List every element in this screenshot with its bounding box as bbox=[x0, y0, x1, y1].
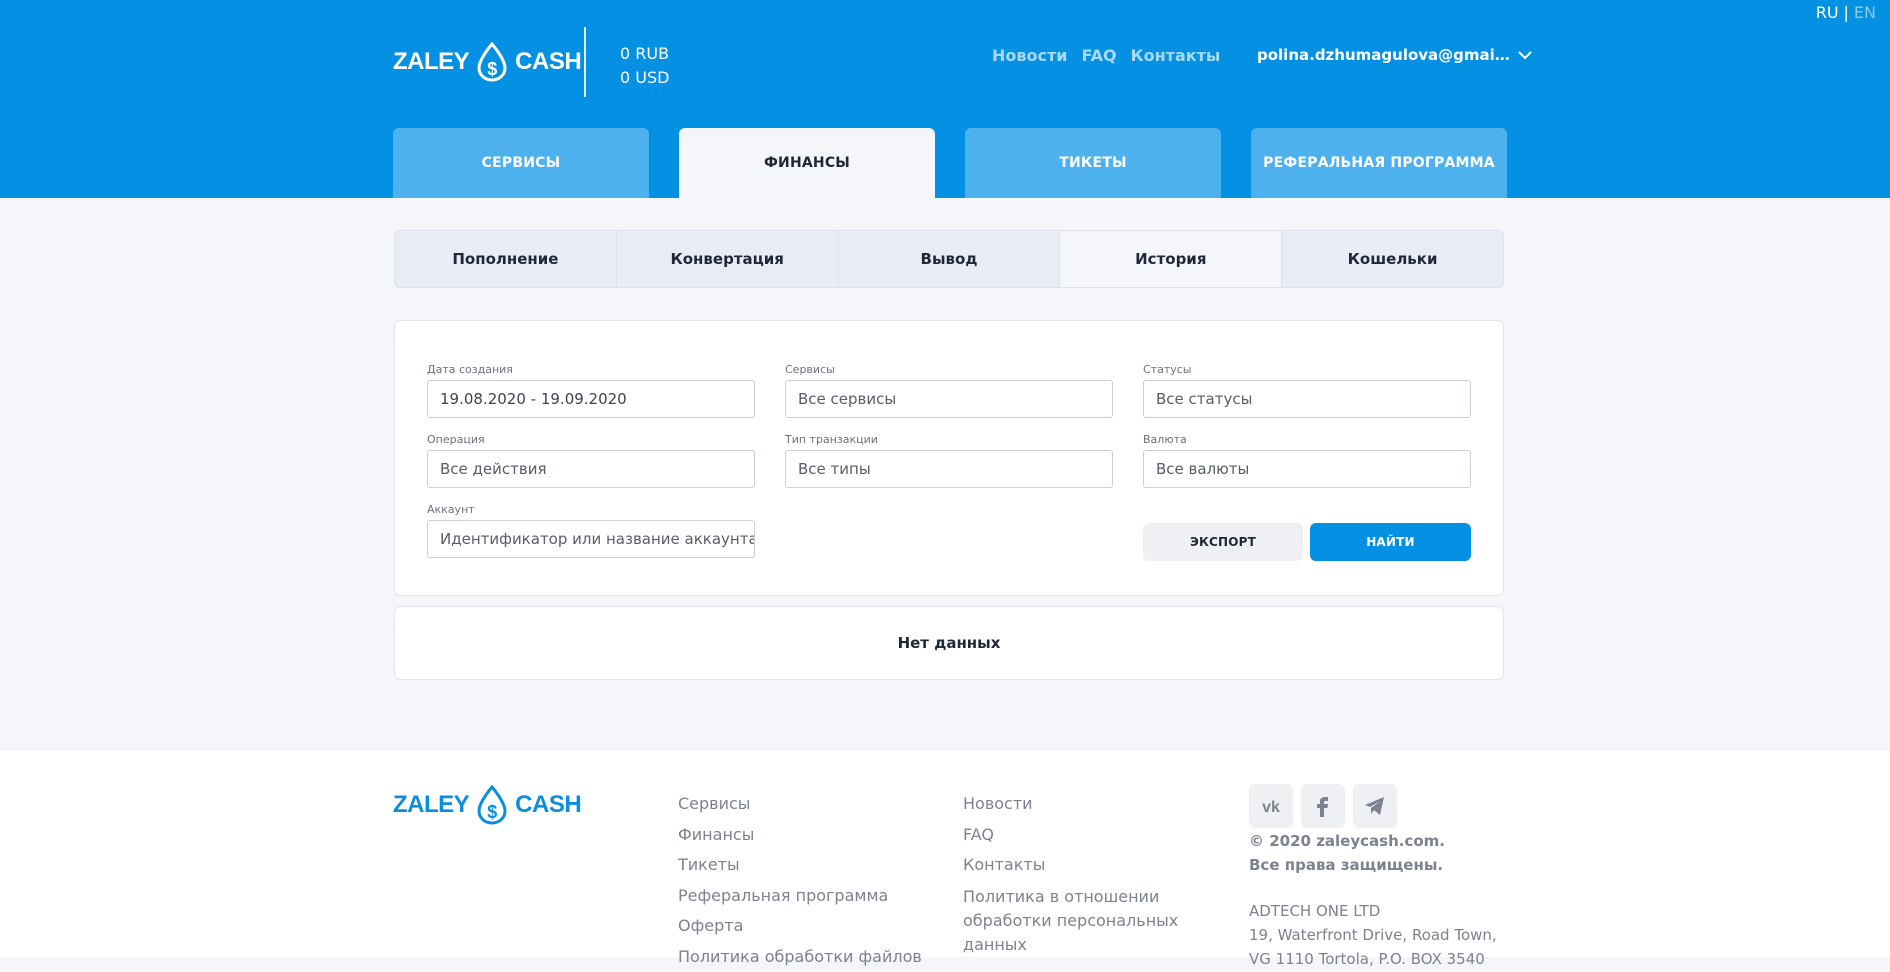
dollar-drop-icon: $ bbox=[475, 42, 509, 82]
lang-ru[interactable]: RU bbox=[1816, 3, 1839, 22]
social-links: vk bbox=[1249, 784, 1397, 828]
header: RU | EN ZALEY $ CASH 0 RUB 0 USD Новости… bbox=[0, 0, 1890, 198]
footer-link-referral[interactable]: Реферальная программа bbox=[678, 881, 922, 912]
account-input[interactable]: Идентификатор или название аккаунта bbox=[427, 520, 755, 558]
balance-usd: 0 USD bbox=[620, 66, 669, 90]
tab-finance[interactable]: ФИНАНСЫ bbox=[679, 128, 935, 198]
telegram-button[interactable] bbox=[1353, 784, 1397, 828]
currency-filter: Валюта Все валюты bbox=[1143, 433, 1471, 488]
logo-text-left: ZALEY bbox=[393, 48, 469, 76]
telegram-icon bbox=[1362, 793, 1388, 819]
address-line-1: 19, Waterfront Drive, Road Town, bbox=[1249, 923, 1497, 947]
date-label: Дата создания bbox=[427, 363, 755, 376]
filters-card: Дата создания 19.08.2020 - 19.09.2020 Се… bbox=[394, 320, 1504, 596]
copyright: © 2020 zaleycash.com. Все права защищены… bbox=[1249, 829, 1445, 877]
footer-link-news[interactable]: Новости bbox=[963, 789, 1183, 820]
top-nav: Новости FAQ Контакты bbox=[992, 46, 1220, 65]
balance-rub: 0 RUB bbox=[620, 42, 669, 66]
tx-type-select[interactable]: Все типы bbox=[785, 450, 1113, 488]
nav-faq[interactable]: FAQ bbox=[1081, 46, 1116, 65]
services-select[interactable]: Все сервисы bbox=[785, 380, 1113, 418]
finance-subtabs: Пополнение Конвертация Вывод История Кош… bbox=[394, 230, 1504, 288]
operation-label: Операция bbox=[427, 433, 755, 446]
user-email: polina.dzhumagulova@gmai… bbox=[1257, 46, 1510, 64]
subtab-wallets[interactable]: Кошельки bbox=[1282, 231, 1503, 287]
operation-filter: Операция Все действия bbox=[427, 433, 755, 488]
footer-logo-text-right: CASH bbox=[515, 791, 581, 819]
footer-link-tickets[interactable]: Тикеты bbox=[678, 850, 922, 881]
footer: ZALEY $ CASH Сервисы Финансы Тикеты Рефе… bbox=[0, 751, 1890, 957]
footer-col-2: Новости FAQ Контакты Политика в отношени… bbox=[963, 789, 1183, 957]
subtab-history[interactable]: История bbox=[1060, 231, 1282, 287]
footer-logo[interactable]: ZALEY $ CASH bbox=[393, 785, 581, 825]
svg-text:vk: vk bbox=[1262, 799, 1280, 816]
chevron-down-icon bbox=[1518, 50, 1532, 60]
logo-text-right: CASH bbox=[515, 48, 581, 76]
currency-select[interactable]: Все валюты bbox=[1143, 450, 1471, 488]
account-filter: Аккаунт Идентификатор или название аккау… bbox=[427, 503, 755, 558]
statuses-select[interactable]: Все статусы bbox=[1143, 380, 1471, 418]
tx-type-filter: Тип транзакции Все типы bbox=[785, 433, 1113, 488]
facebook-icon bbox=[1310, 793, 1336, 819]
operation-select[interactable]: Все действия bbox=[427, 450, 755, 488]
nav-news[interactable]: Новости bbox=[992, 46, 1067, 65]
nav-contacts[interactable]: Контакты bbox=[1131, 46, 1221, 65]
company-name: ADTECH ONE LTD bbox=[1249, 899, 1497, 923]
subtab-deposit[interactable]: Пополнение bbox=[395, 231, 617, 287]
empty-state-text: Нет данных bbox=[898, 634, 1001, 652]
footer-link-finance[interactable]: Финансы bbox=[678, 820, 922, 851]
date-range-input[interactable]: 19.08.2020 - 19.09.2020 bbox=[427, 380, 755, 418]
footer-link-offer[interactable]: Оферта bbox=[678, 911, 922, 942]
user-menu[interactable]: polina.dzhumagulova@gmai… bbox=[1257, 46, 1532, 64]
footer-link-services[interactable]: Сервисы bbox=[678, 789, 922, 820]
header-divider bbox=[584, 27, 586, 97]
footer-link-faq[interactable]: FAQ bbox=[963, 820, 1183, 851]
statuses-label: Статусы bbox=[1143, 363, 1471, 376]
vk-icon: vk bbox=[1258, 793, 1284, 819]
find-button[interactable]: НАЙТИ bbox=[1310, 523, 1471, 561]
export-button[interactable]: ЭКСПОРТ bbox=[1143, 523, 1303, 561]
footer-link-contacts[interactable]: Контакты bbox=[963, 850, 1183, 881]
account-label: Аккаунт bbox=[427, 503, 755, 516]
subtab-conversion[interactable]: Конвертация bbox=[617, 231, 839, 287]
results-card: Нет данных bbox=[394, 606, 1504, 680]
tx-type-label: Тип транзакции bbox=[785, 433, 1113, 446]
balance: 0 RUB 0 USD bbox=[620, 42, 669, 90]
vk-button[interactable]: vk bbox=[1249, 784, 1293, 828]
tab-referral[interactable]: РЕФЕРАЛЬНАЯ ПРОГРАММА bbox=[1251, 128, 1507, 198]
lang-separator: | bbox=[1844, 3, 1849, 22]
svg-text:$: $ bbox=[487, 802, 497, 822]
company-address: ADTECH ONE LTD 19, Waterfront Drive, Roa… bbox=[1249, 899, 1497, 971]
copyright-line-2: Все права защищены. bbox=[1249, 853, 1445, 877]
services-filter: Сервисы Все сервисы bbox=[785, 363, 1113, 418]
footer-col-1: Сервисы Финансы Тикеты Реферальная прогр… bbox=[678, 789, 922, 972]
lang-en[interactable]: EN bbox=[1854, 3, 1876, 22]
language-switcher: RU | EN bbox=[1816, 3, 1876, 22]
statuses-filter: Статусы Все статусы bbox=[1143, 363, 1471, 418]
main-tabs: СЕРВИСЫ ФИНАНСЫ ТИКЕТЫ РЕФЕРАЛЬНАЯ ПРОГР… bbox=[393, 128, 1507, 198]
svg-text:$: $ bbox=[487, 59, 497, 79]
copyright-line-1: © 2020 zaleycash.com. bbox=[1249, 829, 1445, 853]
facebook-button[interactable] bbox=[1301, 784, 1345, 828]
date-filter: Дата создания 19.08.2020 - 19.09.2020 bbox=[427, 363, 755, 418]
subtab-withdrawal[interactable]: Вывод bbox=[839, 231, 1061, 287]
tab-services[interactable]: СЕРВИСЫ bbox=[393, 128, 649, 198]
logo[interactable]: ZALEY $ CASH bbox=[393, 42, 581, 82]
footer-link-privacy-policy[interactable]: Политика в отношении обработки персональ… bbox=[963, 885, 1183, 957]
footer-logo-text-left: ZALEY bbox=[393, 791, 469, 819]
currency-label: Валюта bbox=[1143, 433, 1471, 446]
dollar-drop-icon: $ bbox=[475, 785, 509, 825]
address-line-2: VG 1110 Tortola, P.O. BOX 3540 bbox=[1249, 947, 1497, 971]
tab-tickets[interactable]: ТИКЕТЫ bbox=[965, 128, 1221, 198]
services-label: Сервисы bbox=[785, 363, 1113, 376]
